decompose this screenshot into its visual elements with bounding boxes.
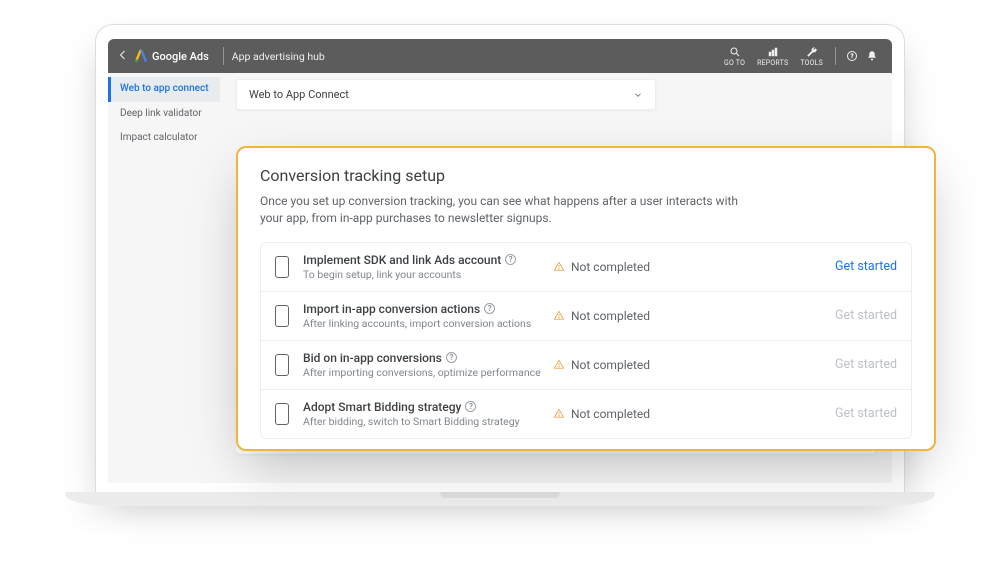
get-started-button: Get started bbox=[835, 357, 897, 372]
svg-text:?: ? bbox=[851, 53, 854, 60]
phone-icon bbox=[275, 354, 289, 376]
step-title: Import in-app conversion actions bbox=[303, 302, 480, 316]
get-started-button: Get started bbox=[835, 406, 897, 421]
step-status: Not completed bbox=[571, 309, 650, 323]
phone-icon bbox=[275, 305, 289, 327]
step-subtitle: To begin setup, link your accounts bbox=[303, 268, 553, 281]
notifications-tool[interactable] bbox=[866, 50, 878, 62]
search-icon bbox=[729, 46, 741, 58]
warning-icon bbox=[553, 310, 565, 321]
brand-name: Google Ads bbox=[152, 50, 209, 63]
chevron-down-icon bbox=[633, 90, 643, 100]
brand-logo: Google Ads bbox=[134, 49, 209, 63]
divider bbox=[223, 47, 224, 65]
card-title: Conversion tracking setup bbox=[260, 166, 912, 185]
step-status: Not completed bbox=[571, 358, 650, 372]
dropdown-label: Web to App Connect bbox=[249, 88, 349, 101]
sidebar: Web to app connect Deep link validator I… bbox=[108, 73, 220, 483]
step-row: Adopt Smart Bidding strategy? After bidd… bbox=[261, 389, 911, 438]
get-started-button[interactable]: Get started bbox=[835, 259, 897, 274]
step-row: Import in-app conversion actions? After … bbox=[261, 291, 911, 340]
goto-tool[interactable]: GO TO bbox=[724, 46, 745, 67]
get-started-button: Get started bbox=[835, 308, 897, 323]
phone-icon bbox=[275, 256, 289, 278]
help-tool[interactable]: ? bbox=[846, 50, 858, 62]
sidebar-item-web-to-app[interactable]: Web to app connect bbox=[108, 77, 220, 102]
help-icon: ? bbox=[846, 50, 858, 62]
warning-icon bbox=[553, 359, 565, 370]
arrow-left-icon bbox=[117, 49, 129, 61]
goto-label: GO TO bbox=[724, 59, 745, 67]
conversion-tracking-card: Conversion tracking setup Once you set u… bbox=[236, 146, 936, 451]
step-status: Not completed bbox=[571, 407, 650, 421]
help-icon[interactable]: ? bbox=[465, 401, 476, 412]
step-title: Bid on in-app conversions bbox=[303, 351, 442, 365]
card-description: Once you set up conversion tracking, you… bbox=[260, 193, 740, 228]
help-icon[interactable]: ? bbox=[505, 254, 516, 265]
step-subtitle: After linking accounts, import conversio… bbox=[303, 317, 553, 330]
step-subtitle: After bidding, switch to Smart Bidding s… bbox=[303, 415, 553, 428]
laptop-notch bbox=[440, 492, 560, 498]
page-subtitle: App advertising hub bbox=[232, 50, 325, 63]
help-icon[interactable]: ? bbox=[446, 352, 457, 363]
reports-icon bbox=[767, 46, 779, 58]
divider bbox=[835, 47, 836, 65]
phone-icon bbox=[275, 403, 289, 425]
step-title: Implement SDK and link Ads account bbox=[303, 253, 501, 267]
reports-label: REPORTS bbox=[757, 59, 788, 67]
step-row: Implement SDK and link Ads account? To b… bbox=[261, 243, 911, 291]
sidebar-item-deep-link-validator[interactable]: Deep link validator bbox=[108, 102, 220, 127]
google-ads-icon bbox=[134, 49, 148, 63]
tools-label: TOOLS bbox=[800, 59, 823, 67]
step-row: Bid on in-app conversions? After importi… bbox=[261, 340, 911, 389]
step-title: Adopt Smart Bidding strategy bbox=[303, 400, 461, 414]
warning-icon bbox=[553, 408, 565, 419]
warning-icon bbox=[553, 261, 565, 272]
app-bar: Google Ads App advertising hub GO TO REP… bbox=[108, 39, 892, 73]
step-subtitle: After importing conversions, optimize pe… bbox=[303, 366, 553, 379]
steps-list: Implement SDK and link Ads account? To b… bbox=[260, 242, 912, 439]
tools-tool[interactable]: TOOLS bbox=[800, 46, 823, 67]
section-dropdown[interactable]: Web to App Connect bbox=[236, 79, 656, 110]
back-button[interactable] bbox=[114, 49, 132, 64]
wrench-icon bbox=[806, 46, 818, 58]
step-status: Not completed bbox=[571, 260, 650, 274]
bell-icon bbox=[866, 50, 878, 62]
sidebar-item-impact-calculator[interactable]: Impact calculator bbox=[108, 126, 220, 151]
help-icon[interactable]: ? bbox=[484, 303, 495, 314]
laptop-base bbox=[65, 492, 935, 506]
reports-tool[interactable]: REPORTS bbox=[757, 46, 788, 67]
